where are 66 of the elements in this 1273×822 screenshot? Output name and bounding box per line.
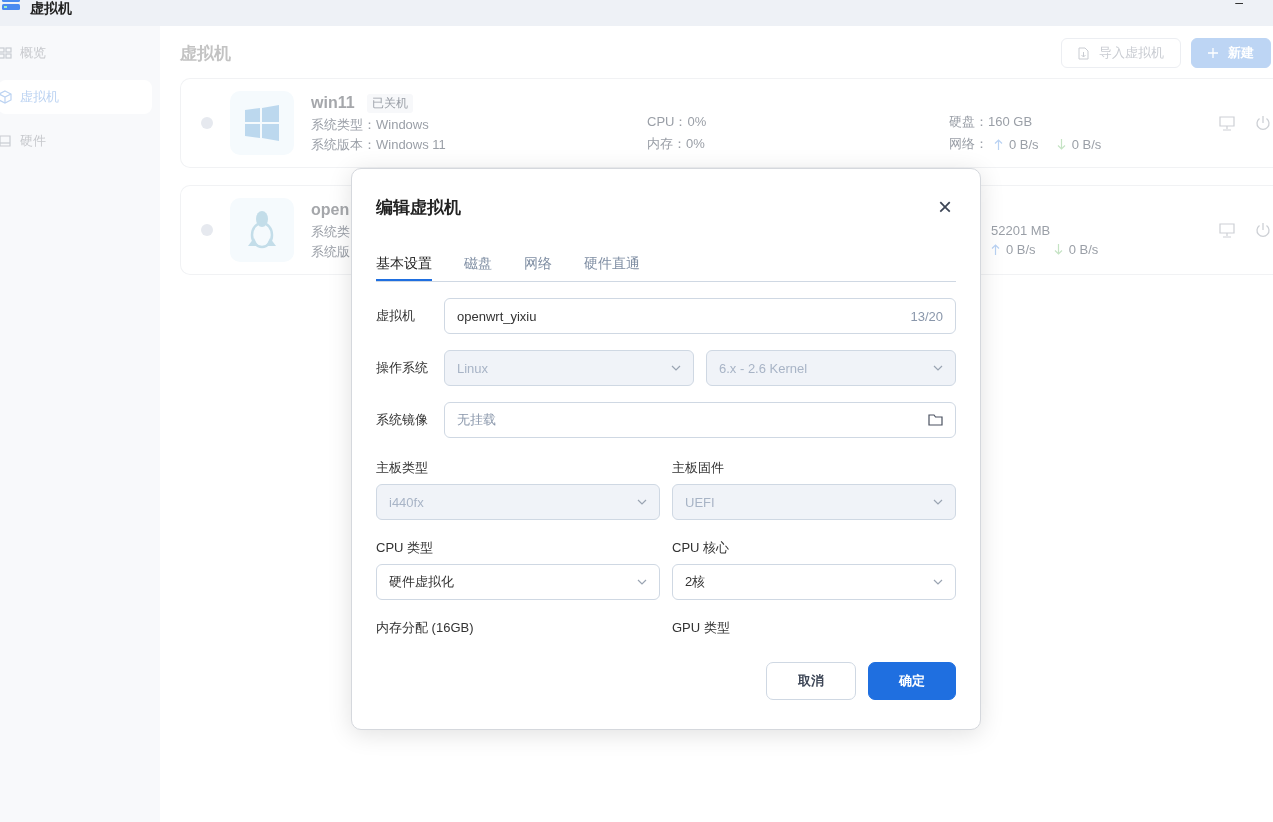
- close-button[interactable]: ×: [938, 195, 952, 219]
- grid-icon: [0, 47, 12, 59]
- field-label: CPU 核心: [672, 540, 731, 556]
- upload-speed: 0 B/s: [1009, 136, 1039, 152]
- chevron-down-icon: [637, 579, 647, 585]
- disk-size: 52201 MB: [990, 223, 1052, 238]
- vm-detail: 系统类型：Windows: [311, 116, 430, 134]
- drive-icon: [0, 135, 12, 147]
- download-speed: 0 B/s: [1071, 136, 1102, 152]
- cpu-usage: CPU：0%: [647, 113, 708, 131]
- tab[interactable]: 基本设置: [376, 245, 432, 281]
- monitor-icon[interactable]: [1219, 222, 1235, 238]
- arrow-down-icon: [1053, 244, 1063, 255]
- vm-detail: 系统版: [311, 243, 351, 261]
- select-field[interactable]: 硬件虚拟化: [376, 564, 660, 600]
- chevron-down-icon: [933, 579, 943, 585]
- monitor-icon[interactable]: [1219, 115, 1235, 131]
- status-dot: [201, 224, 213, 236]
- cube-icon: [0, 90, 12, 104]
- tab[interactable]: 网络: [524, 245, 552, 281]
- field-label: 虚拟机: [376, 307, 416, 325]
- arrow-up-icon: [994, 138, 1003, 150]
- network-label: 网络：: [949, 135, 988, 153]
- arrow-up-icon: [991, 244, 1000, 255]
- upload-speed: 0 B/s: [1006, 242, 1036, 257]
- plus-icon: [1208, 48, 1218, 58]
- field-label: GPU 类型: [672, 620, 731, 636]
- minimize-button[interactable]: –: [1235, 0, 1243, 10]
- server-logo-icon: [2, 0, 20, 10]
- chevron-down-icon: [671, 365, 681, 371]
- power-icon[interactable]: [1255, 115, 1271, 131]
- download-speed: 0 B/s: [1068, 242, 1099, 257]
- dialog-title: 编辑虚拟机: [376, 196, 461, 219]
- tab[interactable]: 磁盘: [464, 245, 492, 281]
- vm-detail: 系统类: [311, 223, 351, 241]
- field-label: 内存分配 (16GB): [376, 620, 475, 636]
- windows-logo-icon: [244, 105, 280, 141]
- penguin-icon: [246, 210, 278, 250]
- chevron-down-icon: [933, 365, 943, 371]
- memory-usage: 内存：0%: [647, 135, 706, 153]
- char-counter: 13/20: [910, 308, 943, 324]
- image-input[interactable]: 无挂载: [444, 402, 956, 438]
- vm-name: open: [311, 201, 350, 219]
- chevron-down-icon: [933, 499, 943, 505]
- app-title: 虚拟机: [30, 0, 72, 17]
- page-heading: 虚拟机: [180, 42, 231, 65]
- power-icon[interactable]: [1255, 222, 1271, 238]
- vm-name: win11: [311, 94, 355, 112]
- name-input[interactable]: openwrt_yixiu 13/20: [444, 298, 956, 334]
- file-import-icon: [1078, 46, 1089, 60]
- select-field[interactable]: 2核: [672, 564, 956, 600]
- vm-detail: 系统版本：Windows 11: [311, 136, 447, 154]
- field-label: CPU 类型: [376, 540, 435, 556]
- arrow-down-icon: [1056, 138, 1066, 150]
- field-label: 操作系统: [376, 359, 429, 377]
- status-tag: 已关机: [366, 93, 413, 113]
- field-label: 主板固件: [672, 460, 725, 476]
- field-label: 主板类型: [376, 460, 429, 476]
- folder-icon[interactable]: [928, 414, 943, 426]
- cancel-button[interactable]: 取消: [766, 662, 856, 700]
- disk-size: 硬盘：160 GB: [949, 113, 1034, 131]
- chevron-down-icon: [637, 499, 647, 505]
- tab[interactable]: 硬件直通: [584, 245, 640, 281]
- status-dot: [201, 117, 213, 129]
- field-label: 系统镜像: [376, 411, 429, 429]
- confirm-button[interactable]: 确定: [868, 662, 956, 700]
